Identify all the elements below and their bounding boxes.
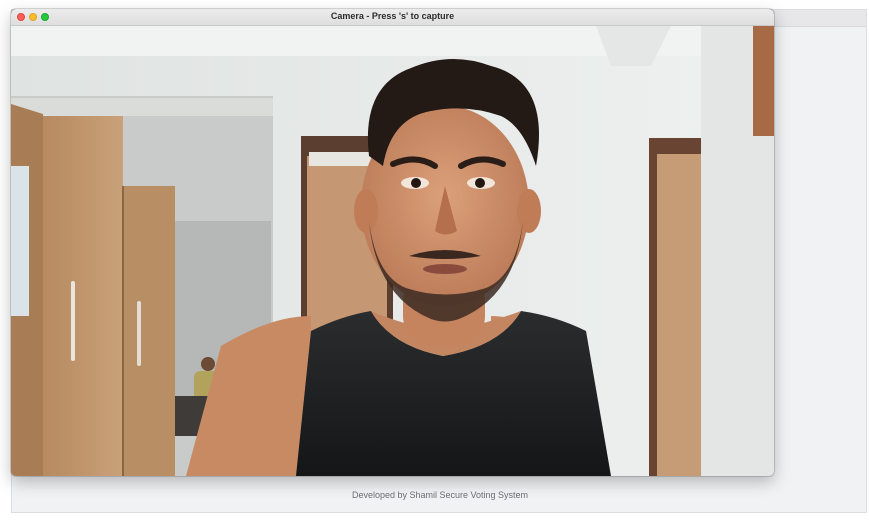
person-mouth	[423, 264, 467, 274]
wardrobe-door-1	[43, 116, 123, 476]
wardrobe-mirror	[11, 166, 29, 316]
wardrobe-door-2	[123, 186, 175, 476]
person-ear-left	[354, 189, 378, 233]
camera-feed	[11, 26, 774, 476]
person-pupil-right	[475, 178, 485, 188]
background-person-head	[201, 357, 215, 371]
wardrobe-handle-1	[71, 281, 75, 361]
right-edge-wood	[753, 26, 774, 136]
door-left-light	[309, 152, 379, 166]
wardrobe-handle-2	[137, 301, 141, 366]
person-pupil-left	[411, 178, 421, 188]
footer-credit: Developed by Shamil Secure Voting System	[351, 490, 529, 500]
window-titlebar[interactable]: Camera - Press 's' to capture	[11, 9, 774, 26]
person-ear-right	[517, 189, 541, 233]
camera-window: Camera - Press 's' to capture	[11, 9, 774, 476]
corridor-light	[11, 98, 273, 116]
window-title: Camera - Press 's' to capture	[330, 11, 455, 21]
camera-frame	[11, 26, 774, 476]
